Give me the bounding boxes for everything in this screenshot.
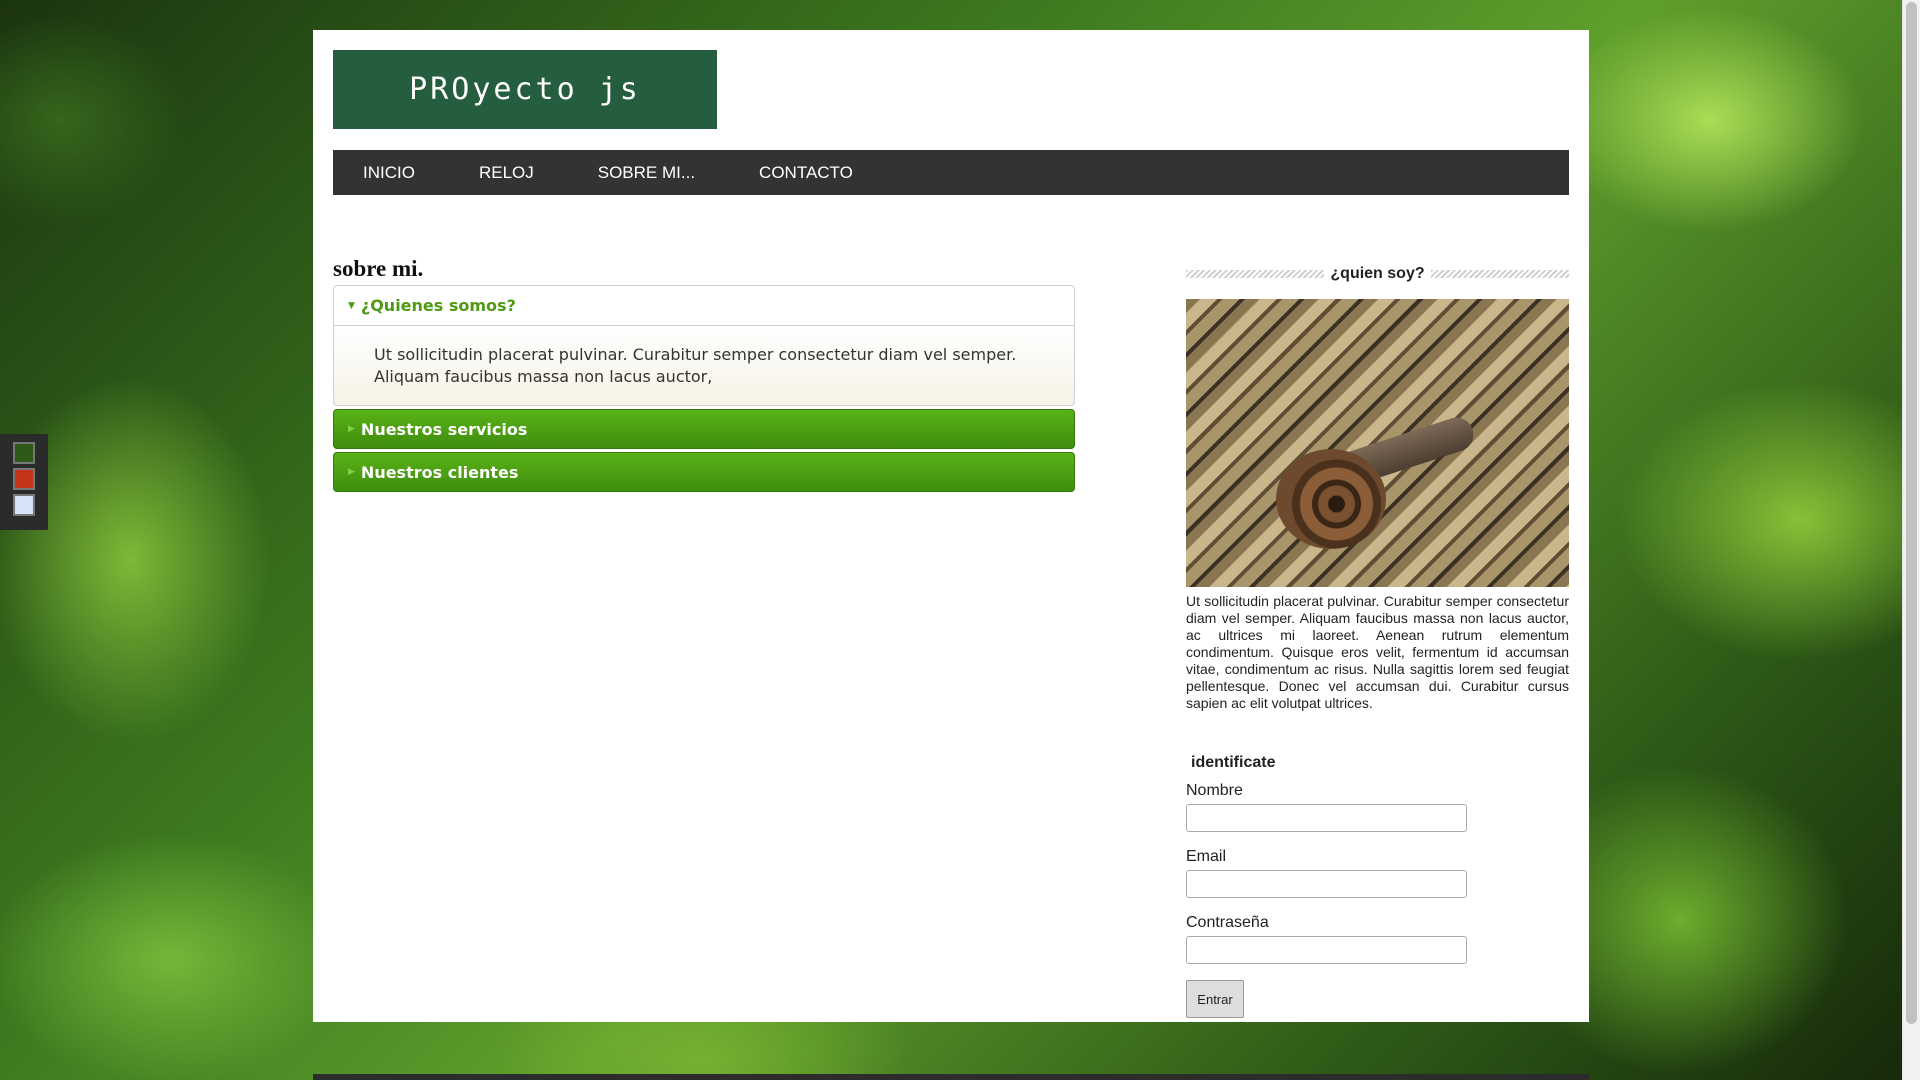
title-divider <box>1186 270 1325 278</box>
email-field[interactable] <box>1186 870 1467 898</box>
page-wrapper: PROyecto js INICIO RELOJ SOBRE MI... CON… <box>313 30 1589 1022</box>
accordion-header-nuestros-servicios[interactable]: ▶ Nuestros servicios <box>333 409 1075 449</box>
accordion-panel-text: Ut sollicitudin placerat pulvinar. Curab… <box>374 345 1017 386</box>
title-divider <box>1430 270 1570 278</box>
accordion-panel-quienes-somos: Ut sollicitudin placerat pulvinar. Curab… <box>333 325 1075 406</box>
password-label: Contraseña <box>1186 914 1269 931</box>
theme-switcher <box>0 434 48 530</box>
caret-right-icon: ▶ <box>348 467 355 477</box>
about-text: Ut sollicitudin placerat pulvinar. Curab… <box>1186 593 1569 711</box>
caret-down-icon: ▼ <box>348 300 355 311</box>
theme-swatch-green[interactable] <box>13 442 35 464</box>
email-label: Email <box>1186 848 1227 865</box>
sidebar-title-row: ¿quien soy? <box>1186 263 1570 285</box>
accordion-header-label: Nuestros clientes <box>360 462 519 482</box>
snail-photo <box>1186 299 1569 587</box>
sidebar-title: ¿quien soy? <box>1330 265 1425 282</box>
name-field[interactable] <box>1186 804 1467 832</box>
accordion-header-label: ¿Quienes somos? <box>360 296 516 315</box>
snail-shell-shape <box>1276 449 1386 549</box>
main-content: sobre mi. ▼ ¿Quienes somos? Ut sollicitu… <box>333 255 1075 492</box>
footer-bar <box>313 1074 1589 1080</box>
main-nav: INICIO RELOJ SOBRE MI... CONTACTO <box>333 150 1569 195</box>
accordion-header-label: Nuestros servicios <box>360 419 528 439</box>
nav-item-contacto[interactable]: CONTACTO <box>759 163 853 183</box>
nav-item-reloj[interactable]: RELOJ <box>479 163 534 183</box>
nav-item-inicio[interactable]: INICIO <box>363 163 415 183</box>
scrollbar-thumb[interactable] <box>1906 2 1917 1024</box>
theme-swatch-light[interactable] <box>13 494 35 516</box>
accordion-header-quienes-somos[interactable]: ▼ ¿Quienes somos? <box>333 285 1075 325</box>
accordion-header-nuestros-clientes[interactable]: ▶ Nuestros clientes <box>333 452 1075 492</box>
theme-swatch-red[interactable] <box>13 468 35 490</box>
login-form: identificate Nombre Email Contraseña Ent… <box>1186 754 1569 1018</box>
login-button[interactable]: Entrar <box>1186 980 1244 1018</box>
nav-item-sobre-mi[interactable]: SOBRE MI... <box>598 163 695 183</box>
page-title: sobre mi. <box>333 256 424 281</box>
login-legend: identificate <box>1191 754 1276 771</box>
page-scrollbar[interactable] <box>1902 0 1920 1080</box>
sidebar: ¿quien soy? Ut sollicitudin placerat pul… <box>1186 263 1570 1018</box>
site-logo[interactable]: PROyecto js <box>333 50 717 129</box>
caret-right-icon: ▶ <box>348 424 355 434</box>
name-label: Nombre <box>1186 782 1243 799</box>
password-field[interactable] <box>1186 936 1467 964</box>
